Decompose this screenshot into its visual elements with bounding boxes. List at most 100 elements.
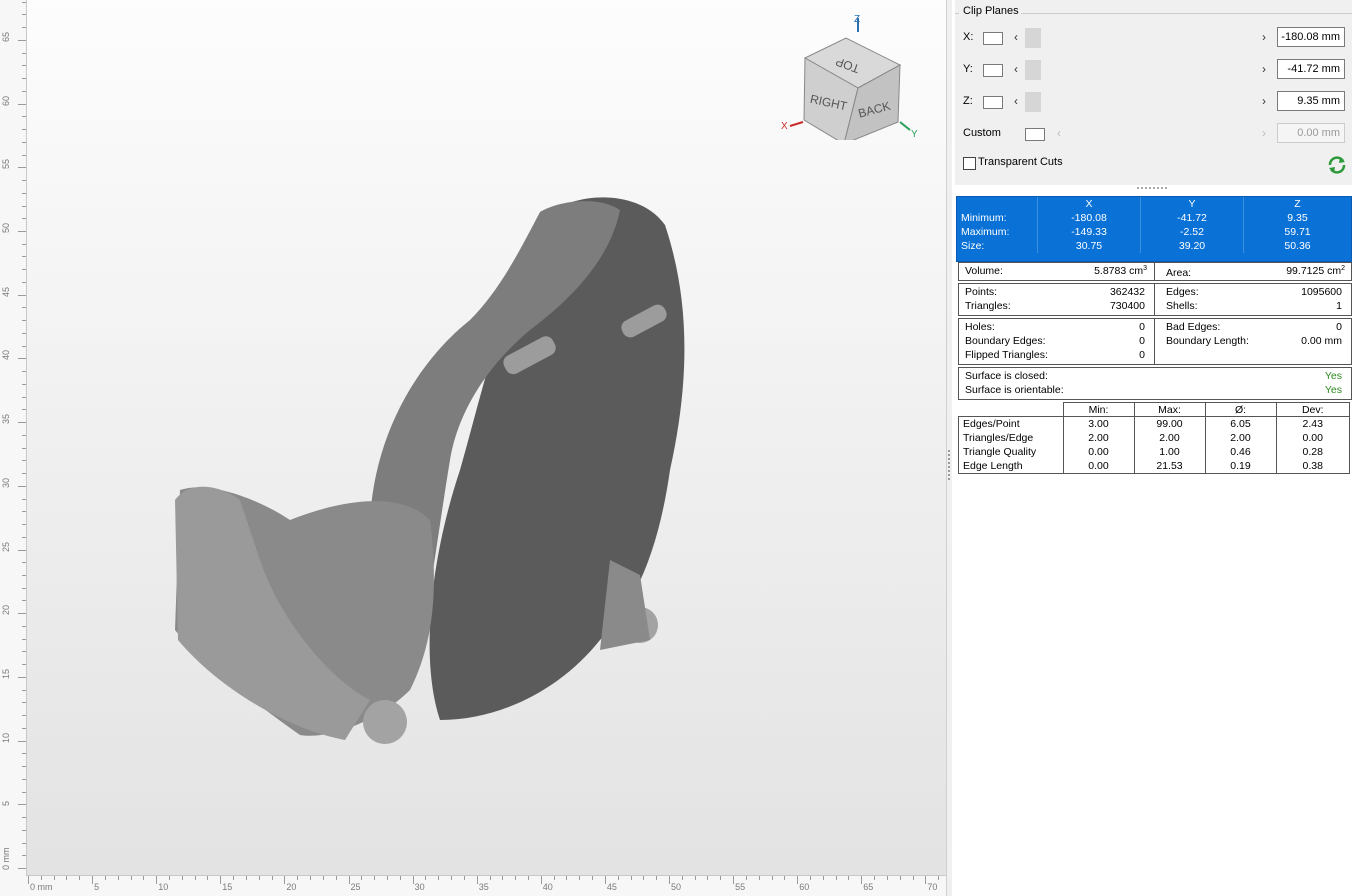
vertical-ruler-label: 30 (1, 477, 11, 488)
ruler-tick (22, 587, 26, 589)
ruler-tick (912, 876, 914, 880)
ruler-corner (0, 876, 26, 896)
ruler-tick (22, 52, 26, 54)
stats-cell: 0.46 (1204, 445, 1277, 459)
ruler-tick (22, 460, 26, 462)
clip-y-right-arrow[interactable]: › (1262, 62, 1266, 76)
stats-cell: 0.00 (1062, 445, 1135, 459)
ruler-tick (22, 447, 26, 449)
ruler-tick (22, 829, 26, 831)
clip-z-slider-thumb[interactable] (1025, 92, 1041, 112)
vertical-ruler-label: 5 (1, 801, 11, 807)
clip-y-slider[interactable] (1025, 60, 1265, 80)
ruler-tick (553, 876, 555, 880)
clip-x-toggle[interactable] (983, 32, 1003, 45)
extents-cell: 30.75 (1037, 239, 1141, 253)
extents-row-maximum: Maximum: -149.33 -2.52 59.71 (957, 225, 1351, 239)
ruler-tick (92, 876, 94, 884)
clip-z-left-arrow[interactable]: ‹ (1014, 94, 1018, 108)
clip-x-left-arrow[interactable]: ‹ (1014, 30, 1018, 44)
boundary-edges-value: 0 (1139, 335, 1145, 347)
ruler-tick (810, 876, 812, 880)
ruler-tick (938, 876, 940, 880)
vertical-ruler-label: 65 (1, 31, 11, 42)
vertical-ruler-label: 10 (1, 732, 11, 743)
ruler-tick (18, 485, 26, 487)
clip-row-custom: Custom ‹ › 0.00 mm (955, 122, 1352, 146)
info-panel: Clip Planes X: ‹ › -180.08 mm Y: ‹ › -41… (952, 0, 1352, 896)
ruler-tick (104, 876, 106, 880)
axis-z-label: Z (854, 14, 860, 25)
ruler-tick (18, 294, 26, 296)
horizontal-ruler-label: 45 (606, 882, 617, 892)
view-cube[interactable]: TOP RIGHT BACK Z X Y (778, 10, 928, 140)
ruler-tick (22, 307, 26, 309)
ruler-tick (18, 103, 26, 105)
extents-cell: 50.36 (1284, 240, 1311, 252)
bad-edges-label: Bad Edges: (1166, 321, 1221, 333)
vertical-ruler-label: 20 (1, 605, 11, 616)
stats-cell: 0.28 (1275, 445, 1350, 459)
ruler-tick (22, 651, 26, 653)
section-gripper[interactable] (1137, 187, 1167, 193)
extents-cell: 9.35 (1287, 212, 1308, 224)
extents-cell: -41.72 (1140, 211, 1244, 225)
clip-z-right-arrow[interactable]: › (1262, 94, 1266, 108)
refresh-icon[interactable] (1326, 154, 1348, 176)
ruler-tick (515, 876, 517, 880)
ruler-tick (18, 868, 26, 869)
vertical-ruler-label: 50 (1, 222, 11, 233)
ruler-tick (18, 358, 26, 360)
stats-row: Triangle Quality 0.00 1.00 0.46 0.28 (958, 445, 1350, 459)
ruler-tick (476, 876, 478, 884)
ruler-tick (22, 141, 26, 143)
3d-viewport[interactable]: TOP RIGHT BACK Z X Y 0 mm 5 10 15 20 25 30 35 40… (0, 0, 946, 896)
ruler-tick (22, 1, 26, 3)
ruler-tick (22, 600, 26, 602)
vertical-ruler-label: 15 (1, 668, 11, 679)
clip-z-slider[interactable] (1025, 92, 1265, 112)
ruler-tick (656, 876, 658, 880)
clip-y-left-arrow[interactable]: ‹ (1014, 62, 1018, 76)
ruler-tick (22, 383, 26, 385)
clip-planes-group: Clip Planes X: ‹ › -180.08 mm Y: ‹ › -41… (955, 0, 1352, 185)
extents-cell: 39.20 (1140, 239, 1244, 253)
ruler-tick (130, 876, 132, 880)
ruler-tick (22, 269, 26, 271)
ruler-tick (886, 876, 888, 880)
ruler-tick (707, 876, 709, 880)
vertical-ruler-label: 55 (1, 159, 11, 170)
ruler-tick (310, 876, 312, 880)
surface-closed-label: Surface is closed: (965, 370, 1048, 382)
clip-x-slider[interactable] (1025, 28, 1265, 48)
ruler-tick (579, 876, 581, 880)
extents-table[interactable]: X Y Z Minimum: -180.08 -41.72 9.35 Maxim… (956, 196, 1352, 262)
ruler-tick (22, 638, 26, 640)
clip-row-z: Z: ‹ › 9.35 mm (955, 90, 1352, 114)
clip-z-value[interactable]: 9.35 mm (1277, 91, 1345, 111)
clip-y-value[interactable]: -41.72 mm (1277, 59, 1345, 79)
ruler-tick (22, 154, 26, 156)
stats-cell: 2.43 (1275, 416, 1350, 431)
stats-cell: 2.00 (1062, 431, 1135, 445)
ruler-tick (22, 218, 26, 220)
ruler-tick (425, 876, 427, 880)
clip-custom-toggle[interactable] (1025, 128, 1045, 141)
horizontal-ruler-label: 65 (863, 882, 874, 892)
clip-custom-label: Custom (963, 127, 1001, 139)
clip-y-toggle[interactable] (983, 64, 1003, 77)
ruler-tick (925, 876, 927, 884)
clip-z-toggle[interactable] (983, 96, 1003, 109)
ruler-tick (386, 876, 388, 880)
stats-cell: 0.38 (1275, 459, 1350, 474)
points-label: Points: (965, 286, 998, 298)
clip-x-right-arrow[interactable]: › (1262, 30, 1266, 44)
clip-x-slider-thumb[interactable] (1025, 28, 1041, 48)
transparent-cuts-checkbox[interactable] (963, 157, 976, 170)
stats-cell: 0.00 (1275, 431, 1350, 445)
ruler-tick (22, 625, 26, 627)
clip-y-slider-thumb[interactable] (1025, 60, 1041, 80)
defects-box: Holes: 0 Boundary Edges: 0 Flipped Trian… (958, 318, 1352, 365)
transparent-cuts-label[interactable]: Transparent Cuts (978, 156, 1063, 168)
clip-x-value[interactable]: -180.08 mm (1277, 27, 1345, 47)
